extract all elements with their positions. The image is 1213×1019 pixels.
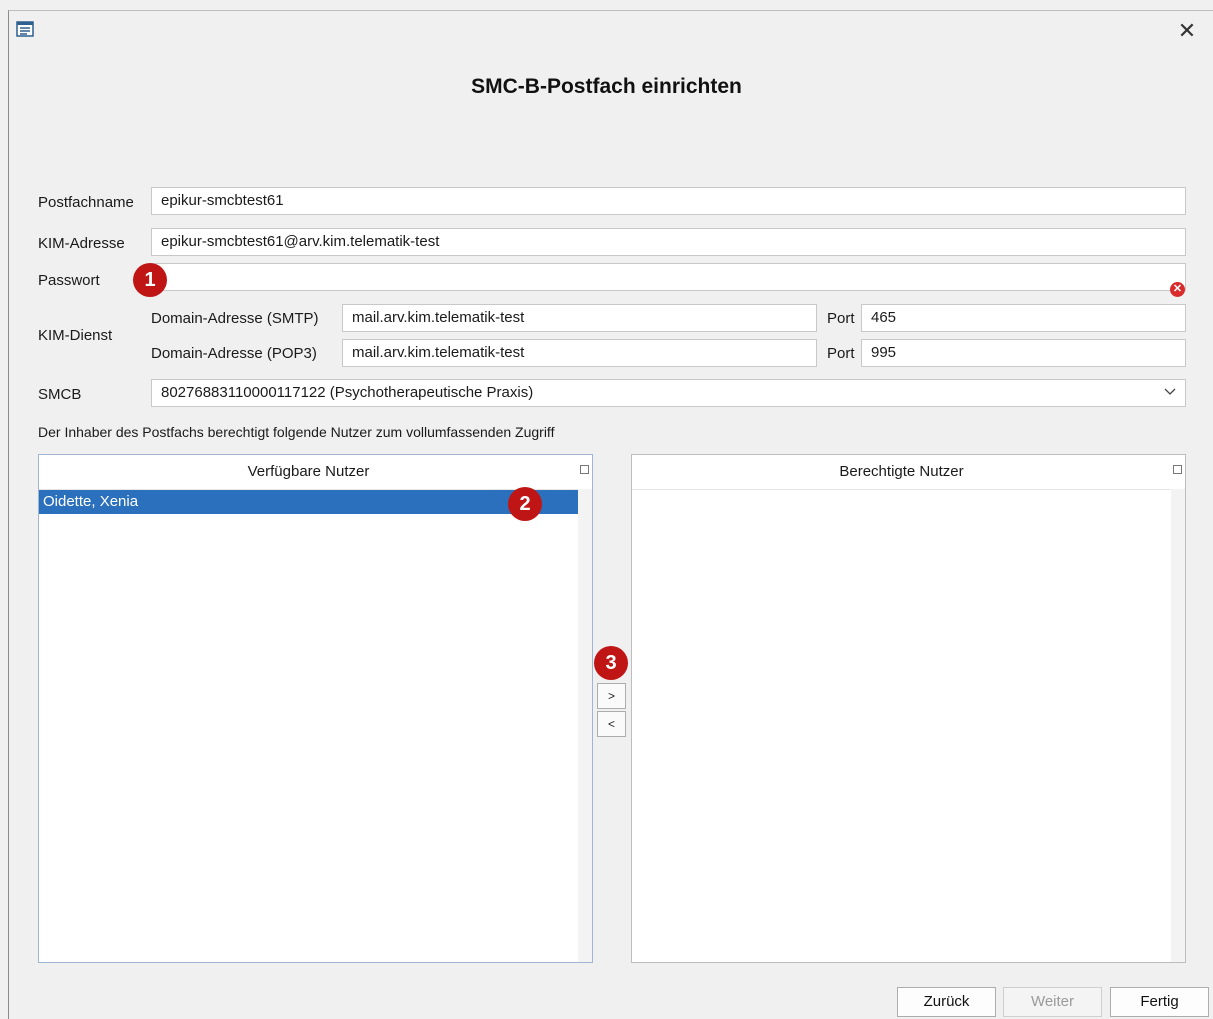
smcb-label: SMCB — [38, 386, 82, 403]
smtp-port-label: Port — [827, 310, 855, 327]
smtp-port-field[interactable]: 465 — [861, 304, 1186, 332]
scrollbar[interactable] — [1171, 489, 1185, 962]
pop3-port-field[interactable]: 995 — [861, 339, 1186, 367]
app-window-icon — [16, 21, 34, 37]
postfachname-label: Postfachname — [38, 194, 134, 211]
postfachname-field[interactable]: epikur-smcbtest61 — [151, 187, 1186, 215]
authorized-users-list[interactable]: Berechtigte Nutzer — [631, 454, 1186, 963]
smtp-field[interactable]: mail.arv.kim.telematik-test — [342, 304, 817, 332]
kim-adresse-field[interactable]: epikur-smcbtest61@arv.kim.telematik-test — [151, 228, 1186, 256]
smcb-select[interactable]: 80276883110000117122 (Psychotherapeutisc… — [151, 379, 1186, 407]
pop3-port-label: Port — [827, 345, 855, 362]
pop3-label: Domain-Adresse (POP3) — [151, 345, 317, 362]
chevron-down-icon[interactable] — [1163, 384, 1177, 398]
remove-user-button[interactable]: < — [597, 711, 626, 737]
available-users-list[interactable]: Verfügbare Nutzer Oidette, Xenia — [38, 454, 593, 963]
dialog-title: SMC-B-Postfach einrichten — [471, 75, 742, 98]
pop3-field[interactable]: mail.arv.kim.telematik-test — [342, 339, 817, 367]
kim-adresse-label: KIM-Adresse — [38, 235, 125, 252]
scrollbar[interactable] — [578, 489, 592, 962]
smtp-label: Domain-Adresse (SMTP) — [151, 310, 319, 327]
close-icon[interactable]: ✕ — [1175, 20, 1199, 44]
list-item[interactable]: Oidette, Xenia — [39, 490, 578, 514]
add-user-button[interactable]: > — [597, 683, 626, 709]
passwort-label: Passwort — [38, 272, 100, 289]
next-button[interactable]: Weiter — [1003, 987, 1102, 1017]
error-icon: ✕ — [1170, 282, 1185, 297]
annotation-badge-2: 2 — [508, 487, 542, 521]
passwort-field[interactable] — [151, 263, 1186, 291]
authorized-users-header[interactable]: Berechtigte Nutzer — [632, 455, 1171, 490]
available-users-header[interactable]: Verfügbare Nutzer — [39, 455, 578, 490]
kim-dienst-label: KIM-Dienst — [38, 327, 113, 344]
back-button[interactable]: Zurück — [897, 987, 996, 1017]
finish-button[interactable]: Fertig — [1110, 987, 1209, 1017]
annotation-badge-1: 1 — [133, 263, 167, 297]
annotation-badge-3: 3 — [594, 646, 628, 680]
permission-text: Der Inhaber des Postfachs berechtigt fol… — [38, 424, 555, 440]
column-settings-icon[interactable] — [1171, 455, 1185, 489]
column-settings-icon[interactable] — [578, 455, 592, 489]
